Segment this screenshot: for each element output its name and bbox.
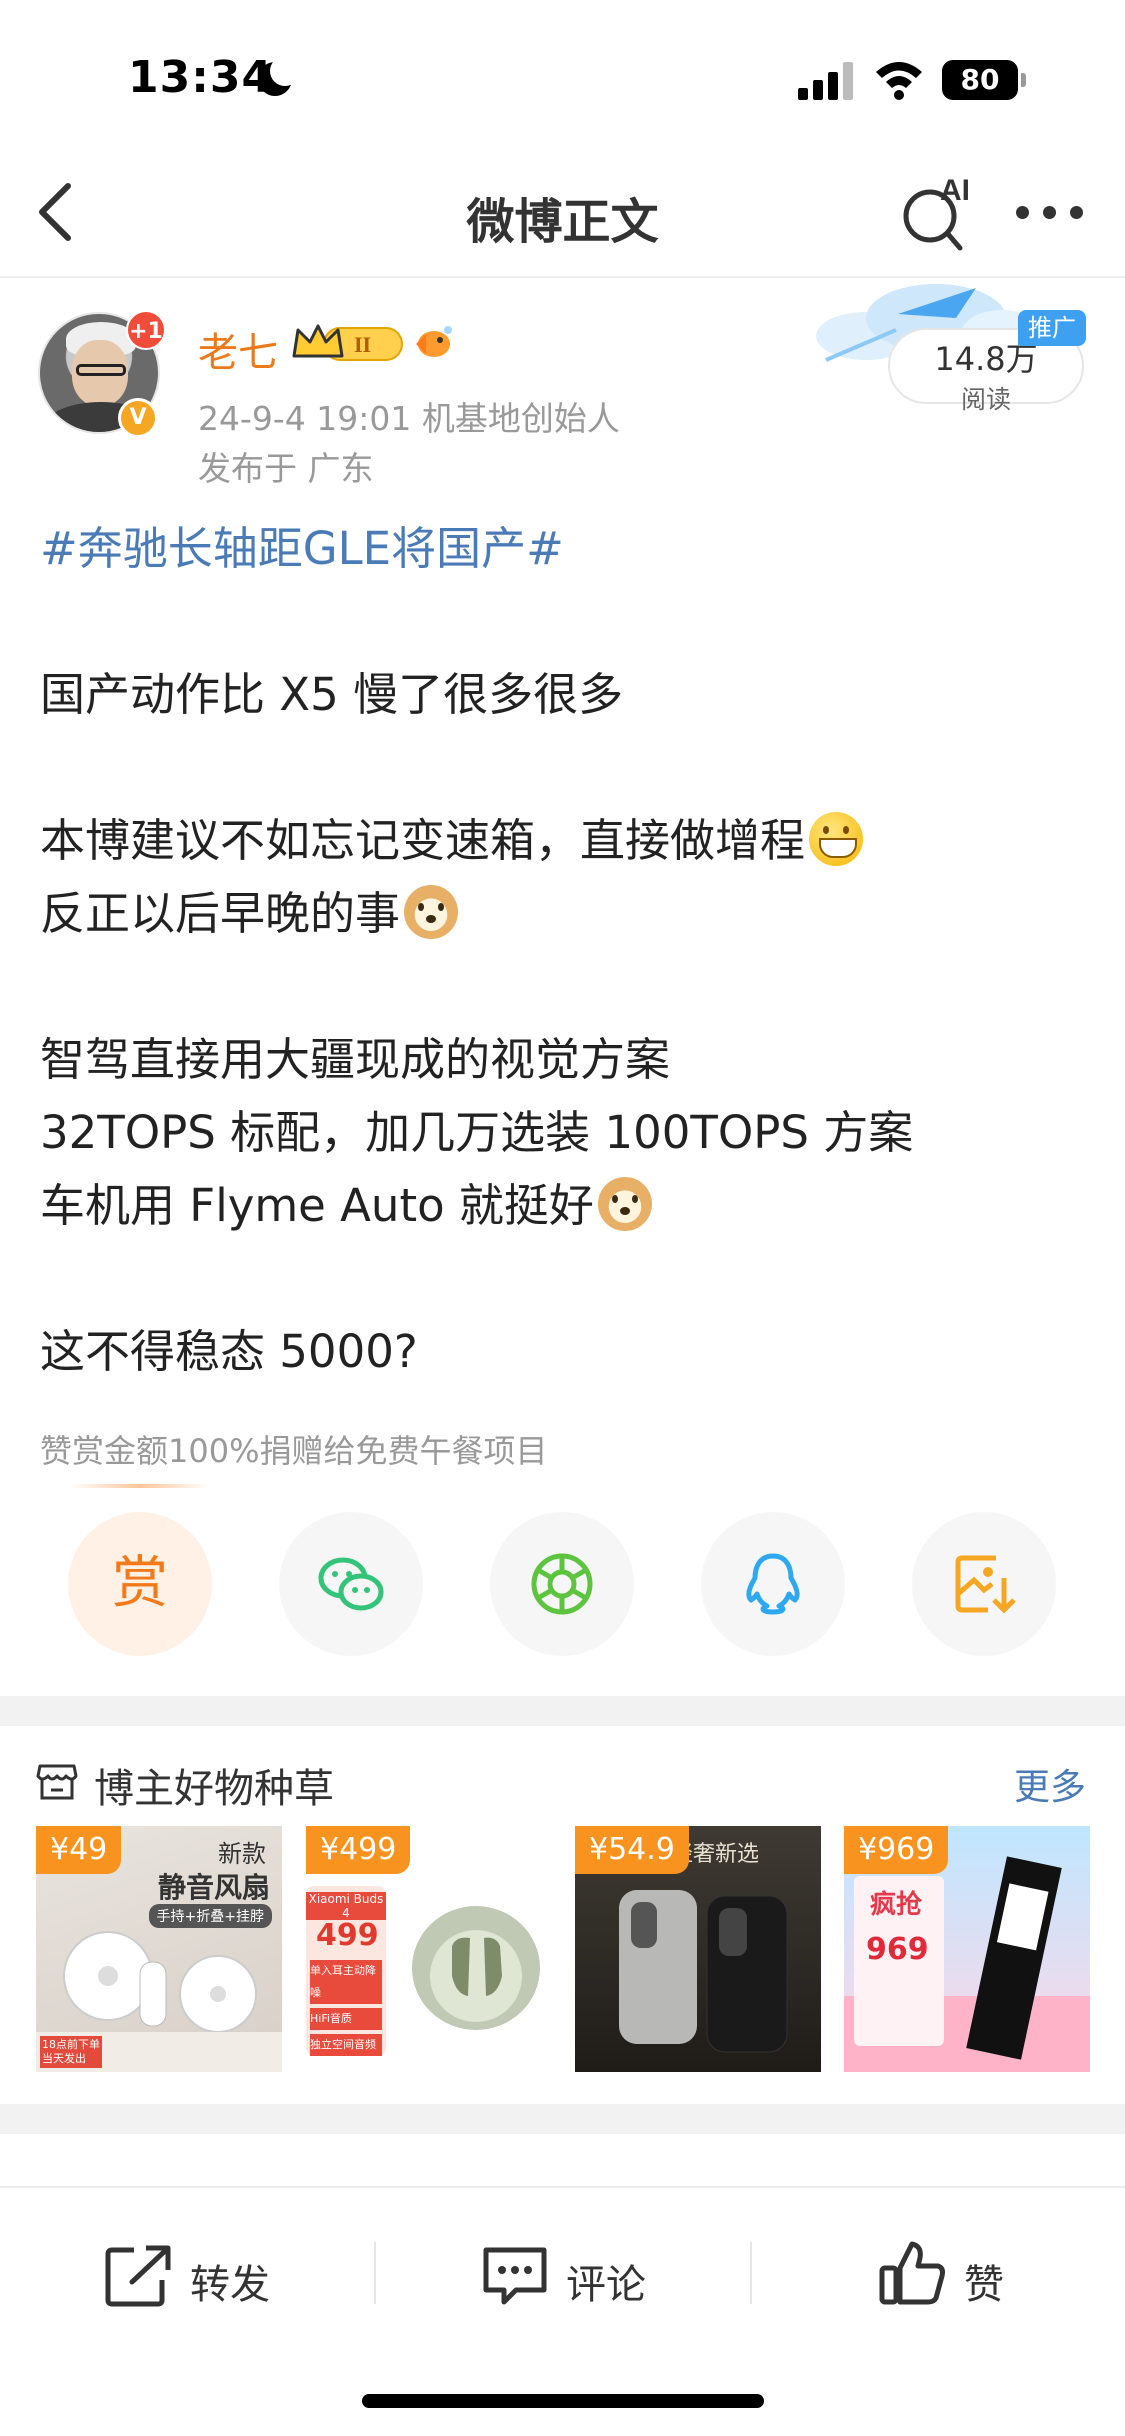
notification-badge: +1 (126, 310, 166, 350)
share-moments-button[interactable] (490, 1512, 634, 1656)
repost-button[interactable]: 转发 (104, 2238, 304, 2318)
product-card[interactable]: 疯抢 969 ¥969 (844, 1826, 1090, 2072)
price-tag: ¥969 (844, 1826, 949, 1874)
qq-icon (746, 1553, 800, 1615)
product-headline: 新款 (218, 1840, 266, 1868)
price-tag: ¥499 (306, 1826, 411, 1874)
wifi-icon (876, 62, 922, 100)
repost-icon (105, 2245, 171, 2307)
reward-label: 赏 (112, 1551, 168, 1616)
product-promo-price: 969 (866, 1932, 929, 1967)
focus-moon-icon (258, 56, 300, 96)
donation-note: 赞赏金额100%捐赠给免费午餐项目 (40, 1432, 548, 1470)
battery-indicator: 80 (942, 60, 1026, 100)
repost-label: 转发 (190, 2262, 270, 2308)
grin-emoji-icon (809, 812, 864, 866)
product-feature: HiFi音质 (310, 2008, 382, 2030)
post-line: 这不得稳态 5000? (40, 1325, 418, 1378)
vip-crown-icon[interactable]: II (290, 320, 406, 366)
post-line: 32TOPS 标配，加几万选装 100TOPS 方案 (40, 1106, 914, 1159)
product-ribbon: 18点前下单 当天发出 (42, 2038, 100, 2065)
save-image-button[interactable] (912, 1512, 1056, 1656)
reward-button[interactable]: 赏 (68, 1512, 212, 1656)
post-body: #奔驰长轴距GLE将国产# 国产动作比 X5 慢了很多很多 本博建议不如忘记变速… (40, 512, 1090, 1388)
product-brand: Xiaomi Buds 4 (306, 1892, 386, 1920)
author-name[interactable]: 老七 (198, 320, 278, 378)
doge-emoji-icon (404, 885, 459, 939)
action-separator (750, 2242, 752, 2304)
section-divider (0, 1696, 1125, 1726)
promoted-tag: 推广 (1018, 310, 1086, 346)
wechat-icon (318, 1557, 384, 1611)
ai-label: AI (940, 174, 970, 207)
comment-label: 评论 (566, 2262, 646, 2308)
read-count-label: 阅读 (960, 385, 1011, 414)
product-tag: 手持+折叠+挂脖 (148, 1904, 272, 1928)
doge-emoji-icon (597, 1177, 652, 1231)
product-card[interactable]: Xiaomi Buds 4 499 单入耳主动降噪 HiFi音质 独立空间音频 … (306, 1826, 552, 2072)
moments-icon (531, 1553, 593, 1615)
product-headline: 疯抢 (870, 1890, 923, 1920)
save-image-icon (955, 1555, 1016, 1614)
goods-more-link[interactable]: 更多 (1014, 1758, 1086, 1810)
post-location: 发布于 广东 (198, 449, 374, 488)
ai-search-icon[interactable]: AI (898, 172, 978, 252)
share-qq-button[interactable] (701, 1512, 845, 1656)
fish-badge-icon[interactable] (412, 320, 458, 364)
store-icon (36, 1764, 78, 1800)
post-line: 反正以后早晚的事 (40, 887, 401, 940)
product-feature: 单入耳主动降噪 (310, 1960, 382, 2004)
post-line: 车机用 Flyme Auto 就挺好 (40, 1179, 594, 1232)
clock: 13:34 (128, 52, 274, 103)
product-feature: 独立空间音频 (310, 2034, 382, 2056)
product-card[interactable]: 新款 静音风扇 手持+折叠+挂脖 18点前下单 当天发出 ¥49 (36, 1826, 282, 2072)
like-button[interactable]: 赞 (878, 2238, 1038, 2318)
status-bar: 13:34 80 (0, 0, 1125, 150)
hashtag-link[interactable]: #奔驰长轴距GLE将国产# (40, 522, 564, 575)
top-nav-bar: 微博正文 AI (0, 150, 1125, 278)
reward-highlight (70, 1484, 210, 1488)
thumbs-up-icon (879, 2241, 945, 2305)
comment-icon (483, 2247, 547, 2305)
vip-level: II (354, 332, 371, 357)
home-indicator[interactable] (362, 2394, 764, 2408)
like-label: 赞 (964, 2262, 1004, 2308)
share-wechat-button[interactable] (279, 1512, 423, 1656)
product-card[interactable]: 轻奢新选 ¥54.9 (575, 1826, 821, 2072)
comment-button[interactable]: 评论 (480, 2238, 680, 2318)
price-tag: ¥49 (36, 1826, 122, 1874)
post-line: 智驾直接用大疆现成的视觉方案 (40, 1033, 671, 1086)
post-line: 本博建议不如忘记变速箱，直接做增程 (40, 814, 806, 867)
post-line: 国产动作比 X5 慢了很多很多 (40, 668, 624, 721)
product-subtitle: 静音风扇 (157, 1871, 270, 1904)
price-tag: ¥54.9 (575, 1826, 689, 1874)
product-promo-price: 499 (316, 1918, 379, 1953)
action-separator (374, 2242, 376, 2304)
product-features: 单入耳主动降噪 HiFi音质 独立空间音频 (310, 1960, 382, 2056)
goods-section-title: 博主好物种草 (94, 1766, 334, 1812)
more-options-icon[interactable] (1016, 206, 1086, 220)
verified-badge-icon: V (118, 398, 158, 438)
section-divider (0, 2104, 1125, 2134)
goods-section-header: 博主好物种草 更多 (36, 1752, 1086, 1812)
cellular-signal-icon (798, 62, 856, 100)
post-timestamp: 24-9-4 19:01 机基地创始人 (198, 399, 620, 438)
